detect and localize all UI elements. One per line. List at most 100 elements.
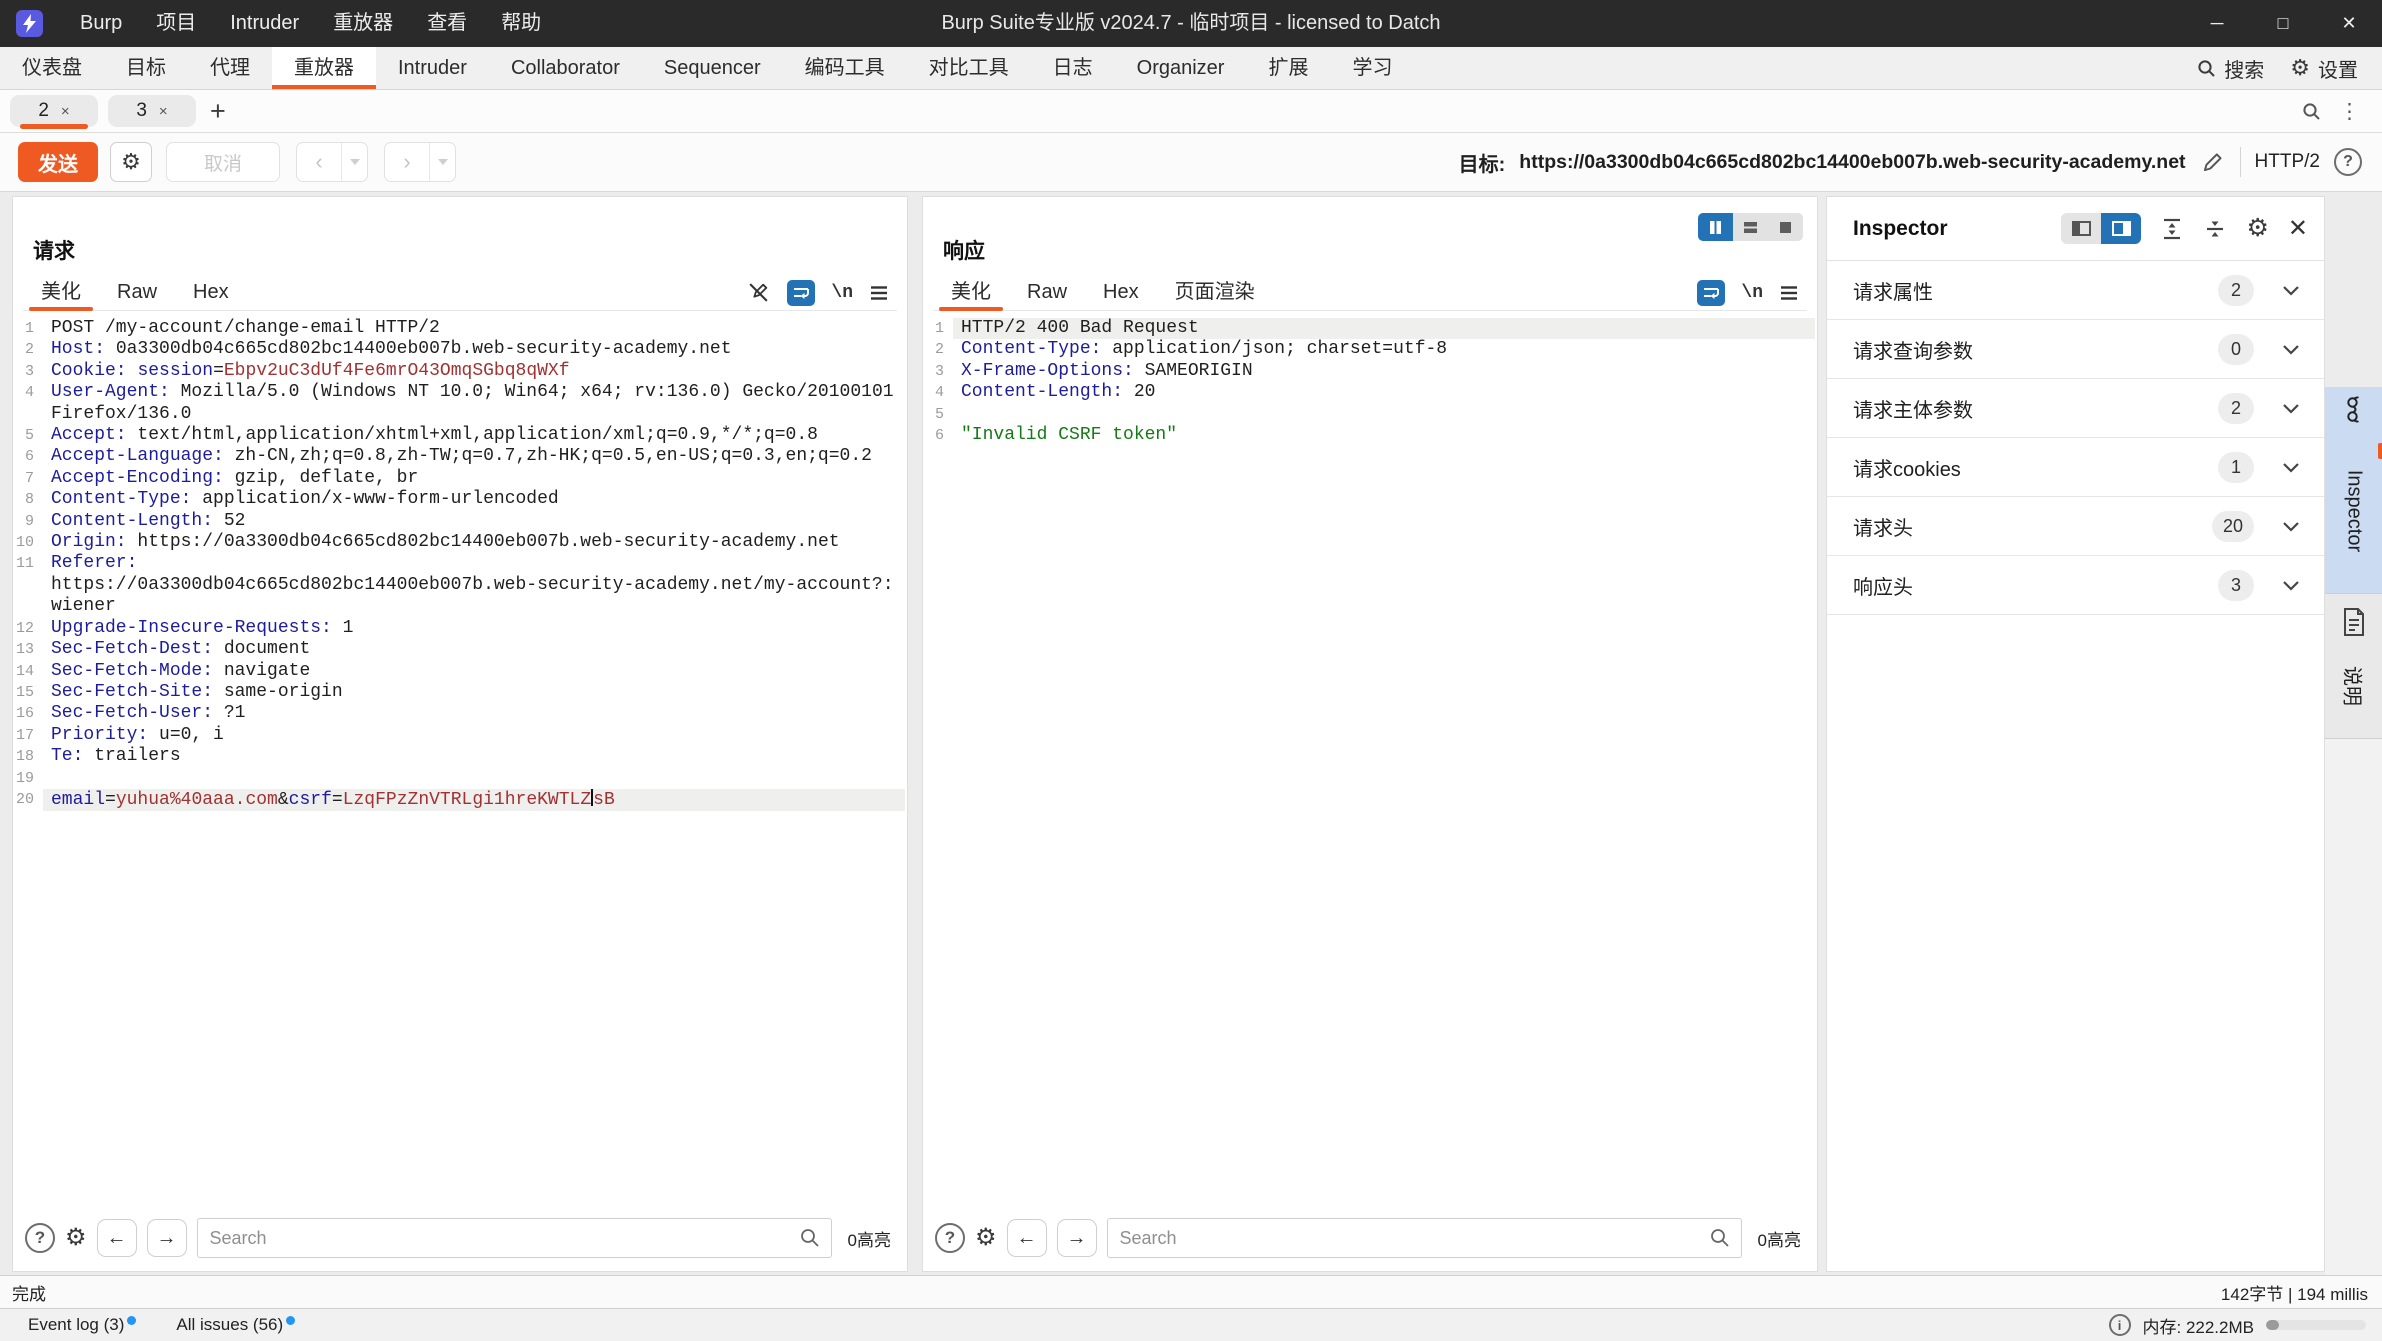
editor-line-text[interactable]: wiener xyxy=(43,596,905,617)
tab-学习[interactable]: 学习 xyxy=(1330,47,1414,89)
next-match-button[interactable]: → xyxy=(147,1219,187,1257)
tab-重放器[interactable]: 重放器 xyxy=(272,47,376,89)
editor-line-text[interactable]: Accept-Language: zh-CN,zh;q=0.8,zh-TW;q=… xyxy=(43,446,905,467)
search-settings-icon[interactable]: ⚙ xyxy=(65,1226,87,1250)
pane-left-button[interactable] xyxy=(2061,213,2101,244)
expand-all-icon[interactable] xyxy=(2160,217,2184,241)
request-editor[interactable]: 1POST /my-account/change-email HTTP/22Ho… xyxy=(13,313,905,1205)
send-settings-button[interactable]: ⚙ xyxy=(110,142,152,182)
search-icon[interactable] xyxy=(799,1227,820,1248)
layout-columns-button[interactable] xyxy=(1698,213,1733,241)
chevron-down-icon[interactable] xyxy=(2282,521,2300,532)
inspector-settings-icon[interactable]: ⚙ xyxy=(2246,216,2268,241)
editor-line-text[interactable]: Sec-Fetch-Site: same-origin xyxy=(43,682,905,703)
help-icon[interactable]: ? xyxy=(25,1223,55,1253)
inspector-section-请求头[interactable]: 请求头20 xyxy=(1827,497,2324,556)
chevron-down-icon[interactable] xyxy=(2282,403,2300,414)
tab-扩展[interactable]: 扩展 xyxy=(1246,47,1330,89)
close-icon[interactable]: ✕ xyxy=(2316,0,2382,47)
request-tab-美化[interactable]: 美化 xyxy=(23,275,99,310)
event-log-button[interactable]: Event log (3) xyxy=(28,1315,136,1335)
hamburger-menu-icon[interactable] xyxy=(1779,285,1799,301)
collapse-all-icon[interactable] xyxy=(2203,217,2227,241)
editor-line-text[interactable]: email=yuhua%40aaa.com&csrf=LzqFPzZnVTRLg… xyxy=(43,789,905,811)
response-tab-页面渲染[interactable]: 页面渲染 xyxy=(1157,275,1273,310)
side-tab-notes[interactable]: 说明 xyxy=(2325,594,2382,739)
history-forward-dropdown[interactable] xyxy=(429,143,455,181)
maximize-icon[interactable]: □ xyxy=(2250,0,2316,47)
editor-line-text[interactable]: Upgrade-Insecure-Requests: 1 xyxy=(43,618,905,639)
editor-line-text[interactable]: Te: trailers xyxy=(43,746,905,767)
layout-single-button[interactable] xyxy=(1768,213,1803,241)
tab-Sequencer[interactable]: Sequencer xyxy=(642,47,783,89)
more-options-icon[interactable]: ⋮ xyxy=(2339,99,2360,124)
inspector-section-请求主体参数[interactable]: 请求主体参数2 xyxy=(1827,379,2324,438)
repeater-tab-3[interactable]: 3× xyxy=(108,95,196,127)
next-match-button[interactable]: → xyxy=(1057,1219,1097,1257)
history-back-dropdown[interactable] xyxy=(341,143,367,181)
response-tab-Raw[interactable]: Raw xyxy=(1009,275,1085,310)
history-back-button[interactable]: ‹ xyxy=(297,143,341,181)
prev-match-button[interactable]: ← xyxy=(97,1219,137,1257)
search-icon[interactable] xyxy=(1709,1227,1730,1248)
request-search-input[interactable] xyxy=(197,1218,832,1258)
show-newlines-icon[interactable]: \n xyxy=(831,283,853,303)
editor-line-text[interactable] xyxy=(43,768,905,789)
response-tab-Hex[interactable]: Hex xyxy=(1085,275,1157,310)
request-tab-Hex[interactable]: Hex xyxy=(175,275,247,310)
cancel-button[interactable]: 取消 xyxy=(166,142,280,182)
inspector-section-请求查询参数[interactable]: 请求查询参数0 xyxy=(1827,320,2324,379)
repeater-tab-2[interactable]: 2× xyxy=(10,95,98,127)
chevron-down-icon[interactable] xyxy=(2282,285,2300,296)
menu-item-重放器[interactable]: 重放器 xyxy=(316,0,410,47)
add-tab-button[interactable]: + xyxy=(196,95,240,127)
tab-Organizer[interactable]: Organizer xyxy=(1115,47,1247,89)
close-tab-icon[interactable]: × xyxy=(61,103,70,120)
word-wrap-toggle[interactable] xyxy=(787,280,815,306)
editor-line-text[interactable]: Cookie: session=Ebpv2uC3dUf4Fe6mrO43OmqS… xyxy=(43,361,905,382)
menu-item-项目[interactable]: 项目 xyxy=(139,0,213,47)
editor-line-text[interactable]: Referer: xyxy=(43,553,905,574)
minimize-icon[interactable]: ─ xyxy=(2184,0,2250,47)
all-issues-button[interactable]: All issues (56) xyxy=(176,1315,295,1335)
menu-item-帮助[interactable]: 帮助 xyxy=(484,0,558,47)
inspector-close-icon[interactable]: ✕ xyxy=(2288,214,2308,243)
pen-slash-icon[interactable] xyxy=(746,280,771,305)
hamburger-menu-icon[interactable] xyxy=(869,285,889,301)
tab-Intruder[interactable]: Intruder xyxy=(376,47,489,89)
layout-rows-button[interactable] xyxy=(1733,213,1768,241)
side-tab-inspector[interactable]: Inspector xyxy=(2325,387,2382,594)
menu-item-Burp[interactable]: Burp xyxy=(63,0,139,47)
editor-line-text[interactable]: Content-Type: application/x-www-form-url… xyxy=(43,489,905,510)
editor-line-text[interactable]: User-Agent: Mozilla/5.0 (Windows NT 10.0… xyxy=(43,382,905,403)
tab-日志[interactable]: 日志 xyxy=(1031,47,1115,89)
editor-line-text[interactable]: Content-Length: 52 xyxy=(43,511,905,532)
tab-编码工具[interactable]: 编码工具 xyxy=(783,47,907,89)
editor-line-text[interactable]: Priority: u=0, i xyxy=(43,725,905,746)
info-icon[interactable]: i xyxy=(2109,1314,2131,1336)
inspector-section-请求属性[interactable]: 请求属性2 xyxy=(1827,261,2324,320)
inspector-section-请求cookies[interactable]: 请求cookies1 xyxy=(1827,438,2324,497)
search-settings-icon[interactable]: ⚙ xyxy=(975,1226,997,1250)
editor-line-text[interactable]: Firefox/136.0 xyxy=(43,404,905,425)
prev-match-button[interactable]: ← xyxy=(1007,1219,1047,1257)
menu-item-Intruder[interactable]: Intruder xyxy=(213,0,316,47)
response-tab-美化[interactable]: 美化 xyxy=(933,275,1009,310)
word-wrap-toggle[interactable] xyxy=(1697,280,1725,306)
editor-line-text[interactable]: POST /my-account/change-email HTTP/2 xyxy=(43,318,905,339)
tab-对比工具[interactable]: 对比工具 xyxy=(907,47,1031,89)
tab-目标[interactable]: 目标 xyxy=(104,47,188,89)
help-icon[interactable]: ? xyxy=(935,1223,965,1253)
close-tab-icon[interactable]: × xyxy=(159,103,168,120)
editor-line-text[interactable]: Sec-Fetch-User: ?1 xyxy=(43,703,905,724)
editor-line-text[interactable]: Accept: text/html,application/xhtml+xml,… xyxy=(43,425,905,446)
search-icon[interactable] xyxy=(2302,102,2321,121)
tab-代理[interactable]: 代理 xyxy=(188,47,272,89)
chevron-down-icon[interactable] xyxy=(2282,580,2300,591)
editor-line-text[interactable]: Origin: https://0a3300db04c665cd802bc144… xyxy=(43,532,905,553)
editor-line-text[interactable]: Accept-Encoding: gzip, deflate, br xyxy=(43,468,905,489)
chevron-down-icon[interactable] xyxy=(2282,462,2300,473)
editor-line-text[interactable]: Sec-Fetch-Mode: navigate xyxy=(43,661,905,682)
send-button[interactable]: 发送 xyxy=(18,142,98,182)
global-search-button[interactable]: 搜索 xyxy=(2197,54,2264,83)
